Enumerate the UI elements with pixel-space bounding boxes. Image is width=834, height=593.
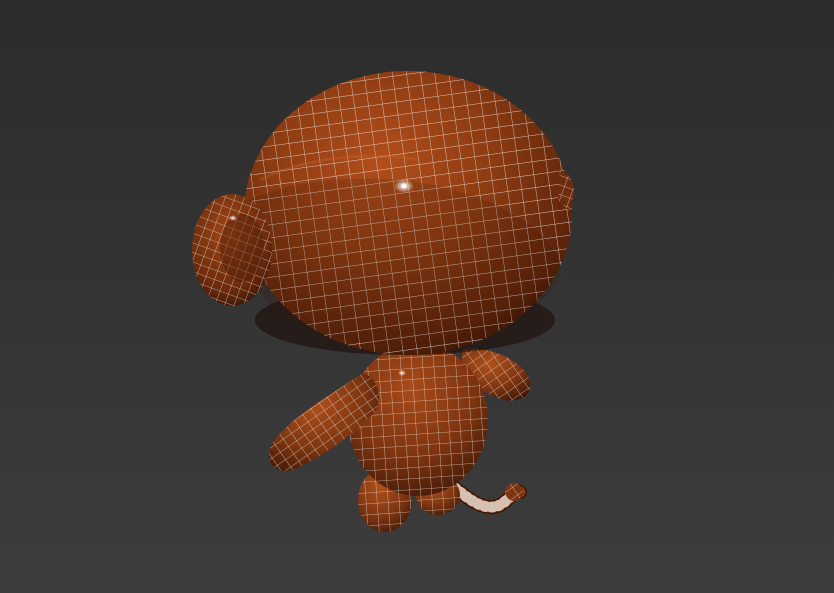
monkey-mesh-render[interactable] <box>0 0 834 593</box>
head-mesh[interactable] <box>244 71 572 355</box>
3d-viewport[interactable] <box>0 0 834 593</box>
torso-mesh[interactable] <box>348 344 488 496</box>
tail-mesh[interactable] <box>448 481 527 514</box>
ear-left-mesh[interactable] <box>192 194 272 306</box>
